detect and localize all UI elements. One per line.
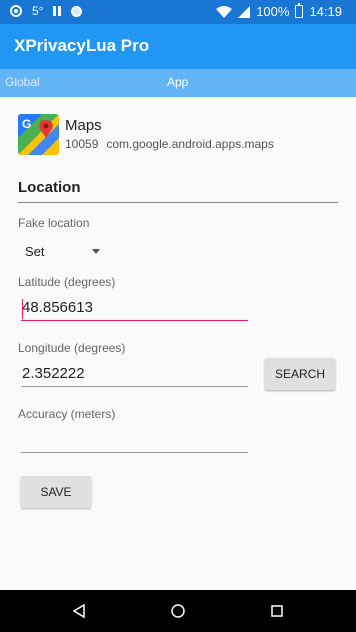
latitude-input[interactable] bbox=[21, 297, 248, 321]
fake-location-label: Fake location bbox=[18, 216, 90, 230]
navigation-bar bbox=[0, 590, 356, 632]
status-bar: 5° 100% 14:19 bbox=[0, 0, 356, 24]
latitude-label: Latitude (degrees) bbox=[18, 275, 116, 289]
record-icon bbox=[10, 5, 22, 17]
clock: 14:19 bbox=[309, 4, 342, 19]
tab-bar: Global App bbox=[0, 69, 356, 97]
dropdown-arrow-icon bbox=[92, 249, 100, 254]
search-button[interactable]: SEARCH bbox=[265, 358, 335, 390]
app-package: com.google.android.apps.maps bbox=[106, 137, 274, 151]
tab-global[interactable]: Global bbox=[5, 75, 40, 89]
section-divider bbox=[18, 202, 338, 203]
fake-location-spinner[interactable]: Set bbox=[25, 244, 115, 264]
battery-percent: 100% bbox=[256, 4, 290, 19]
signal-icon bbox=[238, 5, 251, 18]
wifi-icon bbox=[216, 5, 233, 18]
recents-icon[interactable] bbox=[269, 603, 285, 619]
pause-icon bbox=[53, 6, 62, 16]
accuracy-input[interactable] bbox=[21, 429, 248, 453]
accuracy-label: Accuracy (meters) bbox=[18, 407, 116, 421]
battery-icon bbox=[295, 3, 304, 18]
back-icon[interactable] bbox=[71, 603, 87, 619]
svg-text:G: G bbox=[22, 117, 31, 131]
app-title: XPrivacyLua Pro bbox=[14, 36, 150, 55]
maps-app-icon: G bbox=[18, 114, 59, 155]
section-title: Location bbox=[18, 179, 81, 196]
app-meta: 10059 com.google.android.apps.maps bbox=[65, 137, 274, 151]
save-button[interactable]: SAVE bbox=[21, 476, 91, 508]
app-name: Maps bbox=[65, 117, 102, 134]
temperature: 5° bbox=[32, 4, 44, 18]
home-icon[interactable] bbox=[170, 603, 186, 619]
tab-app[interactable]: App bbox=[167, 75, 188, 89]
longitude-label: Longitude (degrees) bbox=[18, 341, 126, 355]
sync-icon bbox=[71, 5, 83, 17]
longitude-input[interactable] bbox=[21, 363, 248, 387]
fake-location-value: Set bbox=[25, 244, 45, 259]
text-cursor bbox=[22, 299, 23, 319]
app-bar: XPrivacyLua Pro bbox=[0, 24, 356, 69]
app-uid: 10059 bbox=[65, 137, 99, 151]
